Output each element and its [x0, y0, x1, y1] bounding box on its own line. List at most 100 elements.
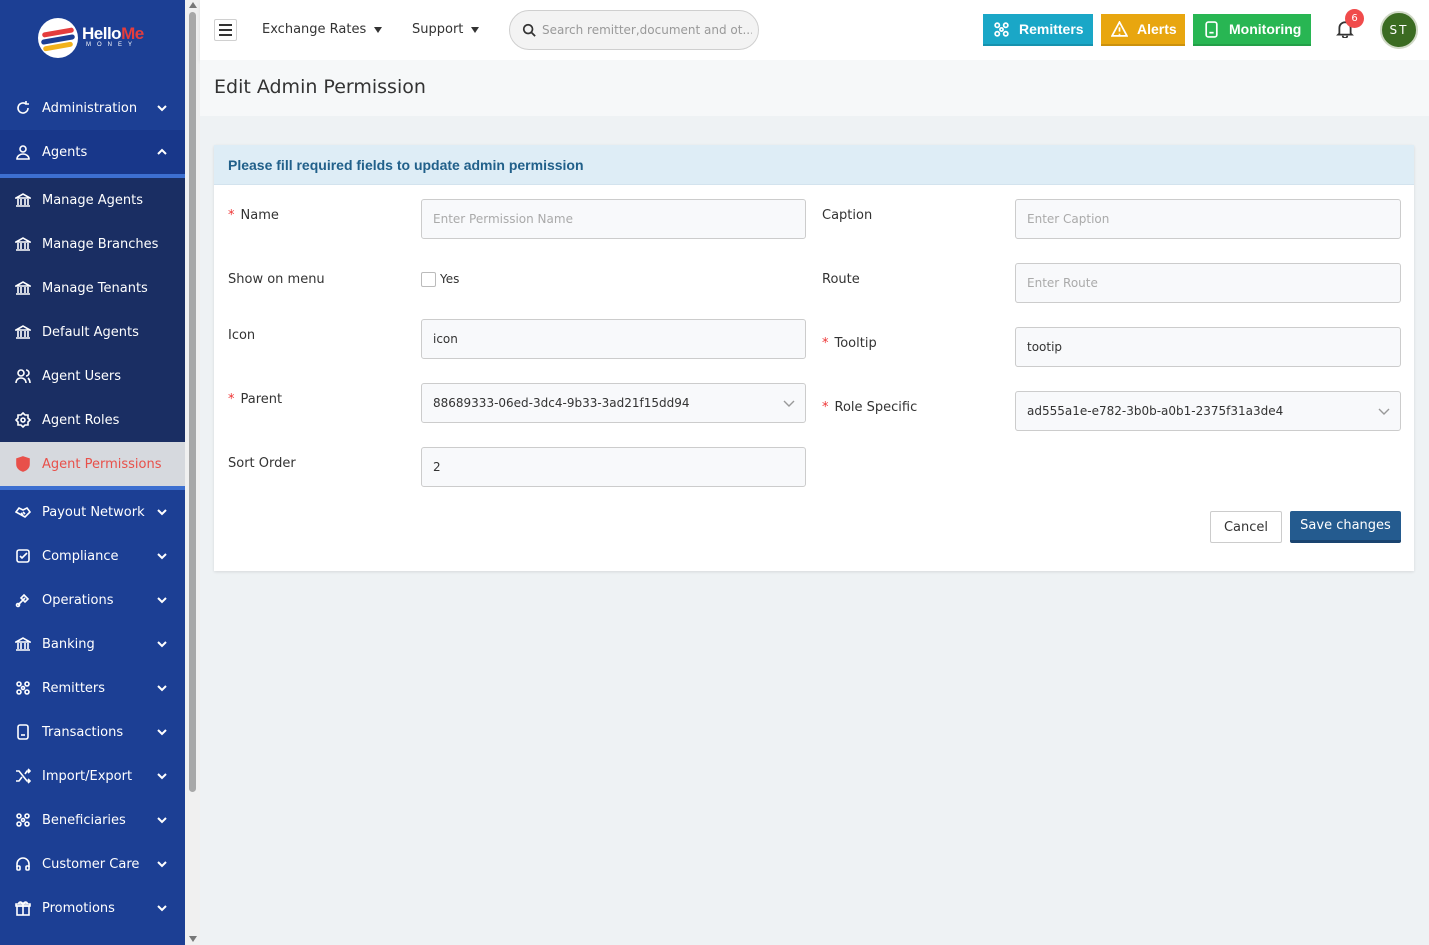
sidebar-item-label: Agents — [42, 144, 88, 160]
monitoring-button[interactable]: Monitoring — [1193, 14, 1311, 46]
chevron-up-icon — [157, 146, 167, 156]
agents-submenu: Manage Agents Manage Branches Manage Ten… — [0, 178, 185, 486]
sidebar: HelloMe MONEY Administration Agents Mana… — [0, 0, 185, 945]
save-changes-button[interactable]: Save changes — [1290, 511, 1401, 543]
chevron-down-icon — [783, 397, 795, 412]
bank-icon — [14, 191, 32, 209]
refresh-icon — [14, 99, 32, 117]
sidebar-item-agent-permissions[interactable]: Agent Permissions — [0, 442, 185, 486]
sidebar-item-remitters[interactable]: Remitters — [0, 666, 185, 710]
sidebar-item-manage-tenants[interactable]: Manage Tenants — [0, 266, 185, 310]
sidebar-item-promotions[interactable]: Promotions — [0, 886, 185, 930]
search-box — [509, 10, 759, 50]
chevron-down-icon — [157, 594, 167, 604]
cancel-button[interactable]: Cancel — [1210, 511, 1282, 543]
icon-label: Icon — [228, 328, 256, 343]
sidebar-item-label: Banking — [42, 636, 95, 652]
bank-icon — [14, 323, 32, 341]
show-on-menu-label: Show on menu — [228, 272, 325, 287]
chevron-down-icon — [157, 682, 167, 692]
sidebar-item-agent-roles[interactable]: Agent Roles — [0, 398, 185, 442]
bank-icon — [14, 279, 32, 297]
chevron-down-icon — [157, 102, 167, 112]
sidebar-item-transactions[interactable]: Transactions — [0, 710, 185, 754]
tooltip-label: * Tooltip — [822, 336, 877, 351]
sidebar-item-beneficiaries[interactable]: Beneficiaries — [0, 798, 185, 842]
parent-label: * Parent — [228, 392, 283, 407]
sidebar-item-banking[interactable]: Banking — [0, 622, 185, 666]
chevron-down-icon — [157, 550, 167, 560]
brand-logo[interactable]: HelloMe MONEY — [0, 0, 185, 76]
name-input[interactable] — [421, 199, 806, 239]
sidebar-item-label: Transactions — [42, 724, 124, 740]
alerts-label: Alerts — [1137, 21, 1177, 37]
page-header: Edit Admin Permission — [200, 60, 1429, 116]
sidebar-item-payout-network[interactable]: Payout Network — [0, 490, 185, 534]
receipt-icon — [1201, 19, 1221, 39]
alerts-button[interactable]: Alerts — [1101, 14, 1185, 46]
caret-down-icon — [374, 26, 383, 33]
show-on-menu-checkbox[interactable] — [421, 272, 436, 287]
caption-input[interactable] — [1015, 199, 1401, 239]
shuffle-icon — [14, 767, 32, 785]
support-menu[interactable]: Support — [412, 22, 480, 37]
users-icon — [14, 367, 32, 385]
sidebar-item-agents[interactable]: Agents — [0, 130, 185, 174]
tooltip-input[interactable] — [1015, 327, 1401, 367]
exchange-rates-menu[interactable]: Exchange Rates — [262, 22, 383, 37]
scroll-up-arrow-icon[interactable] — [189, 2, 197, 8]
sort-order-label: Sort Order — [228, 456, 296, 471]
sidebar-item-compliance[interactable]: Compliance — [0, 534, 185, 578]
chevron-down-icon — [157, 770, 167, 780]
icon-input[interactable] — [421, 319, 806, 359]
menu-toggle-button[interactable] — [214, 19, 237, 41]
sidebar-item-label: Payout Network — [42, 504, 145, 520]
sidebar-item-label: Manage Tenants — [42, 280, 148, 296]
avatar[interactable]: ST — [1380, 11, 1418, 49]
role-specific-label: * Role Specific — [822, 400, 918, 415]
role-specific-select[interactable]: ad555a1e-e782-3b0b-a0b1-2375f31a3de4 — [1015, 391, 1401, 431]
top-bar: Exchange Rates Support Remitters Alerts … — [200, 0, 1429, 60]
bank-icon — [14, 235, 32, 253]
route-label: Route — [822, 272, 860, 287]
sidebar-item-import-export[interactable]: Import/Export — [0, 754, 185, 798]
sidebar-item-label: Agent Permissions — [42, 456, 162, 472]
sidebar-item-label: Default Agents — [42, 324, 139, 340]
route-input[interactable] — [1015, 263, 1401, 303]
bank-icon — [14, 635, 32, 653]
sidebar-item-label: Agent Roles — [42, 412, 120, 428]
parent-select[interactable]: 88689333-06ed-3dc4-9b33-3ad21f15dd94 — [421, 383, 806, 423]
chevron-down-icon — [157, 902, 167, 912]
caret-down-icon — [471, 26, 480, 33]
sidebar-item-label: Operations — [42, 592, 114, 608]
scrollbar-thumb[interactable] — [189, 12, 196, 792]
operations-icon — [14, 591, 32, 609]
form-heading: Please fill required fields to update ad… — [214, 145, 1414, 185]
headset-icon — [14, 855, 32, 873]
sidebar-item-label: Import/Export — [42, 768, 133, 784]
remitters-button[interactable]: Remitters — [983, 14, 1093, 46]
sidebar-item-label: Agent Users — [42, 368, 122, 384]
sidebar-item-manage-branches[interactable]: Manage Branches — [0, 222, 185, 266]
sidebar-item-default-agents[interactable]: Default Agents — [0, 310, 185, 354]
search-input[interactable] — [542, 23, 752, 37]
sidebar-item-manage-agents[interactable]: Manage Agents — [0, 178, 185, 222]
edit-permission-form: Please fill required fields to update ad… — [214, 145, 1414, 571]
sidebar-item-label: Beneficiaries — [42, 812, 126, 828]
caption-label: Caption — [822, 208, 873, 223]
chevron-down-icon — [157, 726, 167, 736]
sidebar-item-agent-users[interactable]: Agent Users — [0, 354, 185, 398]
receipt-icon — [14, 723, 32, 741]
brand-sub: MONEY — [86, 42, 139, 48]
brand-name: HelloMe — [82, 24, 144, 43]
sidebar-scrollbar[interactable] — [185, 0, 200, 945]
chevron-down-icon — [1378, 405, 1390, 420]
sidebar-item-customer-care[interactable]: Customer Care — [0, 842, 185, 886]
support-label: Support — [412, 22, 464, 37]
scroll-down-arrow-icon[interactable] — [189, 936, 197, 942]
sort-order-input[interactable] — [421, 447, 806, 487]
sidebar-item-administration[interactable]: Administration — [0, 86, 185, 130]
role-icon — [14, 411, 32, 429]
sidebar-item-operations[interactable]: Operations — [0, 578, 185, 622]
show-on-menu-option-label[interactable]: Yes — [440, 272, 459, 286]
